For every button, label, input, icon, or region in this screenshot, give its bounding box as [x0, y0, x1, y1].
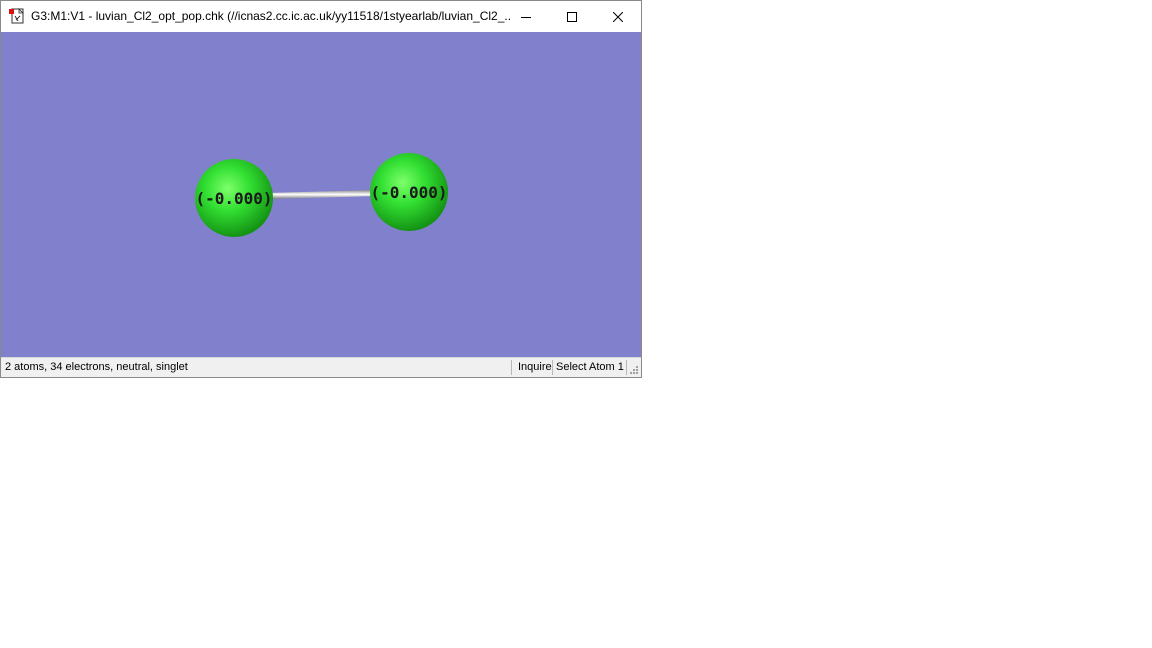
- atom-cl-1-label: (-0.000): [195, 189, 272, 208]
- molecule-info-status: 2 atoms, 34 electrons, neutral, singlet: [5, 361, 188, 373]
- bond-cl-cl[interactable]: [267, 190, 377, 199]
- window-title: G3:M1:V1 - luvian_Cl2_opt_pop.chk (//icn…: [31, 9, 511, 23]
- atom-cl-2-label: (-0.000): [370, 183, 447, 202]
- atom-cl-2[interactable]: (-0.000): [370, 153, 448, 231]
- molecule-viewport[interactable]: (-0.000) (-0.000): [1, 32, 641, 357]
- atom-cl-1[interactable]: (-0.000): [195, 159, 273, 237]
- close-button[interactable]: [595, 1, 641, 32]
- maximize-icon: [567, 11, 577, 22]
- molecule-canvas[interactable]: (-0.000) (-0.000): [1, 32, 641, 357]
- minimize-button[interactable]: [503, 1, 549, 32]
- minimize-icon: [521, 16, 531, 18]
- status-bar: 2 atoms, 34 electrons, neutral, singlet …: [1, 357, 641, 377]
- status-divider: [511, 360, 512, 375]
- action-status: Select Atom 1: [556, 361, 624, 373]
- gaussview-document-icon[interactable]: [9, 8, 25, 24]
- gaussview-window: G3:M1:V1 - luvian_Cl2_opt_pop.chk (//icn…: [0, 0, 642, 378]
- status-divider: [626, 360, 627, 375]
- close-icon: [613, 11, 623, 22]
- mode-status: Inquire: [518, 361, 552, 373]
- maximize-button[interactable]: [549, 1, 595, 32]
- status-divider: [552, 360, 553, 375]
- resize-grip-icon[interactable]: [629, 365, 639, 375]
- title-bar[interactable]: G3:M1:V1 - luvian_Cl2_opt_pop.chk (//icn…: [1, 1, 641, 32]
